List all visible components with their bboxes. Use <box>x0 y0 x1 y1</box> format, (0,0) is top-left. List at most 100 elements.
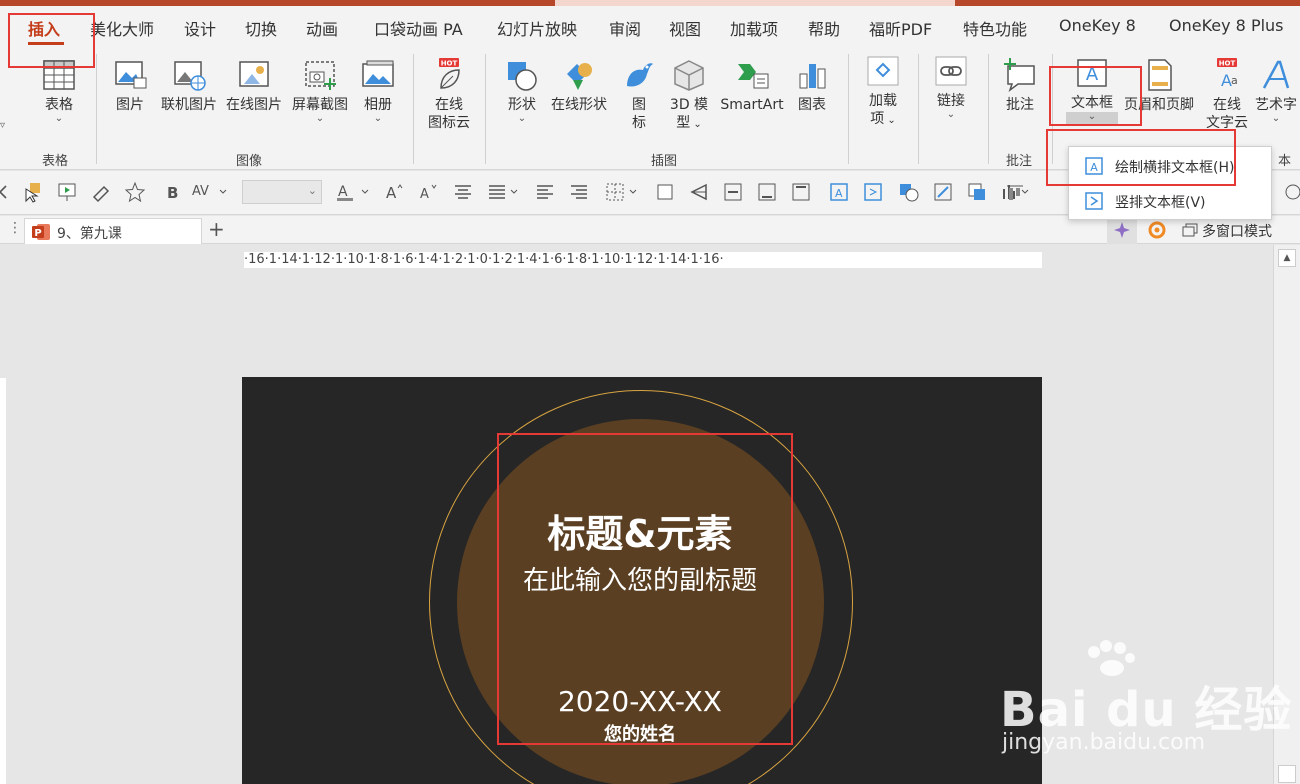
smartart-label: SmartArt <box>720 97 784 113</box>
tab-onekey8[interactable]: OneKey 8 <box>1059 16 1136 35</box>
3d-models-button[interactable]: 3D 模 型 ⌄ <box>667 58 711 134</box>
ribbon-collapse-arrow[interactable]: ▿ <box>0 120 5 131</box>
online-shapes-button[interactable]: 在线形状 <box>547 58 611 114</box>
hot-badge: HOT <box>1219 60 1236 68</box>
align-middle-icon[interactable] <box>722 181 744 203</box>
tab-review[interactable]: 审阅 <box>609 16 641 40</box>
text-cloud-glyph: a <box>1231 74 1238 87</box>
shapes-label: 形状 <box>508 97 536 113</box>
text-box-v-icon[interactable] <box>862 181 884 203</box>
arrange-icon[interactable] <box>966 181 988 203</box>
increase-font-icon[interactable]: A <box>384 181 406 203</box>
align-right-icon[interactable] <box>568 181 590 203</box>
document-tab[interactable]: P 9、第九课 <box>24 218 202 244</box>
tab-pocket-animation[interactable]: 口袋动画 PA <box>374 16 463 40</box>
shapes-small-icon[interactable] <box>898 181 920 203</box>
picture-button[interactable]: 图片 <box>108 58 152 114</box>
multi-window-mode-button[interactable]: 多窗口模式 <box>1202 221 1272 241</box>
icons-button[interactable]: 图 标 <box>619 58 659 132</box>
document-tab-bar: ⋮ P 9、第九课 + 多窗口模式 <box>0 216 1300 244</box>
align-top-icon[interactable] <box>790 181 812 203</box>
bold-icon[interactable]: B <box>162 181 184 203</box>
font-size-combobox[interactable]: ⌄ <box>242 180 322 204</box>
select-icon[interactable] <box>22 181 44 203</box>
bullets-icon[interactable] <box>486 181 522 203</box>
tab-insert[interactable]: 插入 <box>28 16 60 40</box>
online-picture-icon <box>174 61 206 91</box>
shapes-button[interactable]: 形状 ⌄ <box>500 58 544 124</box>
chevron-down-icon: ⌄ <box>307 184 317 197</box>
font-color-icon[interactable]: A <box>336 181 376 203</box>
svg-text:AV: AV <box>192 184 209 199</box>
settings-button[interactable] <box>1142 216 1172 244</box>
tab-view[interactable]: 视图 <box>669 16 701 40</box>
tab-transitions[interactable]: 切换 <box>245 16 277 40</box>
comment-button[interactable]: 批注 <box>998 58 1042 114</box>
align-bottom-icon[interactable] <box>756 181 778 203</box>
edit-shape-icon[interactable] <box>932 181 954 203</box>
more-icon[interactable] <box>1282 181 1300 203</box>
text-box-button[interactable]: A 文本框 ⌄ <box>1066 56 1118 124</box>
vertical-text-box-item[interactable]: 竖排文本框(V) <box>1069 184 1273 218</box>
tab-addins[interactable]: 加载项 <box>730 16 778 40</box>
tab-special-features[interactable]: 特色功能 <box>963 16 1027 40</box>
table-button[interactable]: 表格 ⌄ <box>37 58 81 124</box>
link-button[interactable]: 链接 ⌄ <box>928 54 974 120</box>
slide-author-name[interactable]: 您的姓名 <box>242 720 1038 746</box>
multi-window-icon <box>1182 223 1198 237</box>
svg-text:A: A <box>1090 161 1098 174</box>
star-icon[interactable] <box>124 181 146 203</box>
wordart-button[interactable]: 艺术字 ⌄ <box>1252 58 1300 124</box>
comment-icon <box>1004 58 1035 92</box>
svg-text:A: A <box>338 184 348 200</box>
format-painter-icon[interactable] <box>90 181 112 203</box>
online-picture-button[interactable]: 联机图片 <box>157 58 221 114</box>
decrease-font-icon[interactable]: A <box>418 181 440 203</box>
slide-canvas[interactable]: 标题&元素 在此输入您的副标题 2020-XX-XX 您的姓名 <box>242 377 1042 784</box>
hot-badge: HOT <box>441 60 458 68</box>
tab-slideshow[interactable]: 幻灯片放映 <box>497 16 577 40</box>
online-shapes-label: 在线形状 <box>551 97 607 113</box>
screenshot-button[interactable]: 屏幕截图 ⌄ <box>288 58 352 124</box>
grid-icon[interactable] <box>604 181 644 203</box>
chevron-left-icon[interactable] <box>0 181 14 203</box>
scroll-up-arrow-icon[interactable]: ▲ <box>1278 249 1296 267</box>
group-label-illustrations: 插图 <box>651 154 678 169</box>
shape-fill-icon[interactable] <box>654 181 676 203</box>
sparkle-button[interactable] <box>1107 216 1137 244</box>
group-label-text: 本 <box>1278 154 1292 169</box>
new-tab-plus-icon[interactable]: + <box>208 217 225 241</box>
powerpoint-icon: P <box>32 224 50 240</box>
align-left-icon[interactable] <box>534 181 556 203</box>
tab-beautify[interactable]: 美化大师 <box>90 16 154 40</box>
online-icon-cloud-button[interactable]: HOT 在线 图标云 <box>424 58 474 132</box>
presentation-icon[interactable] <box>56 181 78 203</box>
slide-subtitle[interactable]: 在此输入您的副标题 <box>242 560 1038 597</box>
chart-button[interactable]: 图表 <box>792 58 832 114</box>
web-picture-label: 在线图片 <box>226 97 282 113</box>
char-spacing-icon[interactable]: AV <box>190 181 230 203</box>
tab-onekey8-plus[interactable]: OneKey 8 Plus <box>1169 16 1284 35</box>
draw-horizontal-text-box-item[interactable]: A 绘制横排文本框(H) <box>1069 149 1273 183</box>
tab-animations[interactable]: 动画 <box>306 16 338 40</box>
online-text-cloud-button[interactable]: HOT Aa 在线 文字云 <box>1202 58 1252 132</box>
chevron-down-icon: ⌄ <box>884 115 896 126</box>
web-picture-button[interactable]: 在线图片 <box>222 58 286 114</box>
slide-date[interactable]: 2020-XX-XX <box>242 685 1038 718</box>
tab-design[interactable]: 设计 <box>184 16 216 40</box>
photo-album-button[interactable]: 相册 ⌄ <box>356 58 400 124</box>
tab-help[interactable]: 帮助 <box>808 16 840 40</box>
vertical-ellipsis-icon[interactable]: ⋮ <box>8 220 22 236</box>
tab-foxit-pdf[interactable]: 福昕PDF <box>869 16 932 40</box>
addins-button[interactable]: 加载 项 ⌄ <box>860 54 906 130</box>
slide-title[interactable]: 标题&元素 <box>242 503 1038 558</box>
triangle-icon[interactable] <box>688 181 710 203</box>
align-objects-icon[interactable] <box>1004 183 1026 205</box>
3d-models-label-2: 型 <box>676 115 691 131</box>
baidu-watermark: Bai du 经验 jingyan.baidu.com <box>998 640 1298 770</box>
smartart-button[interactable]: SmartArt <box>716 58 788 114</box>
align-center-icon[interactable] <box>452 181 474 203</box>
online-text-label-2: 文字云 <box>1206 115 1248 131</box>
header-footer-button[interactable]: 页眉和页脚 <box>1120 58 1198 114</box>
text-box-h-icon[interactable]: A <box>828 181 850 203</box>
